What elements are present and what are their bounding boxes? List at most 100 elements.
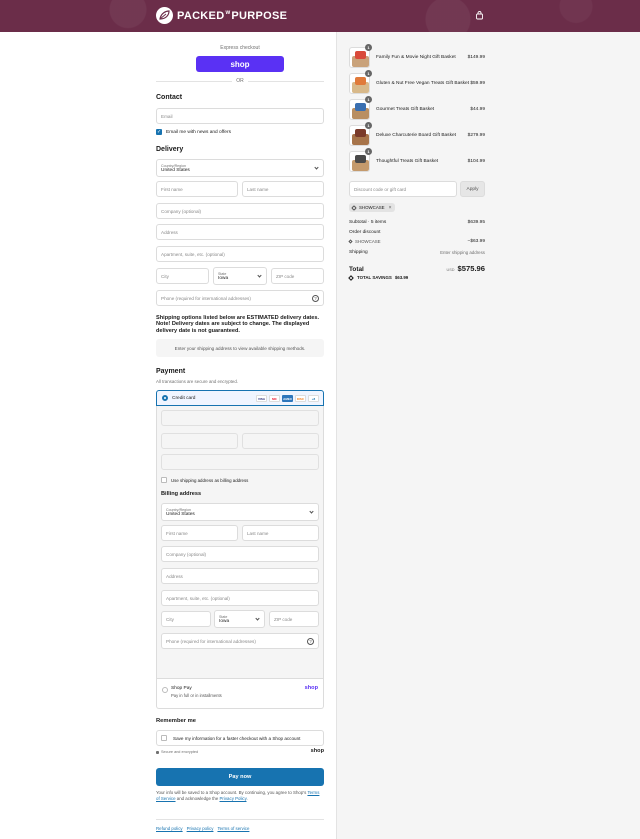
terms-of-service-link[interactable]: Terms of service xyxy=(217,826,249,831)
store-logo[interactable]: PACKEDwPURPOSE xyxy=(156,7,287,24)
shop-privacy-link[interactable]: Privacy Policy xyxy=(220,796,247,801)
item-name: Family Fun & Movie Night Gift Basket xyxy=(376,55,456,60)
billing-phone-field[interactable]: Phone (required for international addres… xyxy=(161,633,319,649)
pay-now-button[interactable]: Pay now xyxy=(156,768,324,786)
apply-discount-button[interactable]: Apply xyxy=(460,181,485,197)
refund-policy-link[interactable]: Refund policy xyxy=(156,826,183,831)
security-code-field[interactable] xyxy=(242,433,319,449)
billing-apartment-field[interactable]: Apartment, suite, etc. (optional) xyxy=(161,590,319,606)
more-cards-icon: +8 xyxy=(308,395,319,402)
discount-value: −$63.99 xyxy=(467,239,485,244)
use-shipping-row[interactable]: Use shipping address as billing address xyxy=(161,477,248,483)
card-number-field[interactable] xyxy=(161,410,319,426)
total-savings: TOTAL SAVINGS $63.99 xyxy=(348,274,409,281)
item-price: $279.99 xyxy=(467,133,485,138)
zip-field[interactable]: ZIP code xyxy=(271,268,324,284)
state-value: Iowa xyxy=(218,275,229,281)
save-info-label: Save my information for a faster checkou… xyxy=(173,735,301,741)
delivery-heading: Delivery xyxy=(156,146,184,153)
shop-pay-option[interactable]: Shop Pay Pay in full or in installments … xyxy=(156,679,324,709)
company-field[interactable]: Company (optional) xyxy=(156,203,324,219)
shopping-bag-icon[interactable] xyxy=(475,11,484,20)
help-icon[interactable]: ? xyxy=(307,638,314,645)
quantity-badge: 1 xyxy=(365,122,372,129)
item-price: $59.99 xyxy=(470,81,485,86)
shipping-note: Shipping options listed below are ESTIMA… xyxy=(156,315,320,334)
billing-state-value: Iowa xyxy=(219,618,230,624)
save-info-checkbox[interactable] xyxy=(161,735,167,741)
phone-field[interactable]: Phone (required for international addres… xyxy=(156,290,324,306)
shop-pay-radio[interactable] xyxy=(162,687,168,693)
subtotal-value: $639.95 xyxy=(467,220,485,225)
address-field[interactable]: Address xyxy=(156,224,324,240)
tag-icon xyxy=(348,274,354,281)
billing-state-select[interactable]: State Iowa xyxy=(214,610,265,628)
billing-phone-placeholder: Phone (required for international addres… xyxy=(166,638,256,644)
discount-detail-row: SHOWCASE −$63.99 xyxy=(348,239,485,244)
phone-placeholder: Phone (required for international addres… xyxy=(161,295,251,301)
discount-code-label: SHOWCASE xyxy=(355,239,381,244)
shipping-row: Shipping Enter shipping address xyxy=(349,250,485,255)
news-checkbox[interactable]: ✓ xyxy=(156,129,162,135)
secure-note: Secure and encrypted xyxy=(156,750,198,754)
tag-icon xyxy=(348,239,353,244)
subtotal-label: Subtotal · 5 items xyxy=(349,220,387,225)
billing-country-select[interactable]: Country/Region United States xyxy=(161,503,319,521)
billing-last-name-field[interactable]: Last name xyxy=(242,525,319,541)
or-label: OR xyxy=(232,78,248,84)
billing-city-field[interactable]: City xyxy=(161,611,211,627)
shop-logo: shop xyxy=(310,748,324,754)
applied-code-chip: SHOWCASE × xyxy=(349,203,395,212)
footer-divider xyxy=(156,819,324,820)
total-row: Total USD $575.96 xyxy=(349,264,485,273)
savings-value: $63.99 xyxy=(394,275,409,280)
discount-code-field[interactable]: Discount code or gift card xyxy=(349,181,457,197)
legal-text: Your info will be saved to a Shop accoun… xyxy=(156,790,324,802)
name-on-card-field[interactable] xyxy=(161,454,319,470)
credit-card-option[interactable]: Credit card VISA MC AMEX DISC +8 xyxy=(156,390,324,406)
cart-item: 1 Gourmet Treats Gift Basket $44.99 xyxy=(349,96,485,121)
chevron-down-icon xyxy=(257,273,262,278)
tag-icon xyxy=(351,204,357,211)
credit-card-radio[interactable] xyxy=(162,395,168,401)
billing-company-field[interactable]: Company (optional) xyxy=(161,546,319,562)
shop-pay-button[interactable]: shop xyxy=(196,56,284,72)
help-icon[interactable]: ? xyxy=(312,295,319,302)
country-select[interactable]: Country/Region United States xyxy=(156,159,324,177)
apartment-field[interactable]: Apartment, suite, etc. (optional) xyxy=(156,246,324,262)
discount-code-line: SHOWCASE xyxy=(348,239,381,244)
chevron-down-icon xyxy=(309,509,314,514)
express-checkout-label: Express checkout xyxy=(220,45,260,51)
shipping-methods-placeholder: Enter your shipping address to view avai… xyxy=(156,339,324,357)
lock-icon xyxy=(156,750,159,754)
billing-zip-field[interactable]: ZIP code xyxy=(269,611,319,627)
state-select[interactable]: State Iowa xyxy=(213,267,267,285)
basket-contents-image xyxy=(355,155,366,163)
first-name-field[interactable]: First name xyxy=(156,181,238,197)
use-shipping-checkbox[interactable] xyxy=(161,477,167,483)
billing-first-name-field[interactable]: First name xyxy=(161,525,238,541)
order-discount-row: Order discount xyxy=(349,230,485,235)
email-field[interactable]: Email xyxy=(156,108,324,124)
contact-heading: Contact xyxy=(156,94,183,101)
news-checkbox-label: Email me with news and offers xyxy=(166,129,231,135)
order-discount-label: Order discount xyxy=(349,230,381,235)
quantity-badge: 1 xyxy=(365,44,372,51)
expiration-field[interactable] xyxy=(161,433,238,449)
legal-text-c: . xyxy=(246,796,248,801)
privacy-policy-link[interactable]: Privacy policy xyxy=(187,826,214,831)
quantity-badge: 1 xyxy=(365,148,372,155)
credit-card-form: Use shipping address as billing address … xyxy=(156,406,324,679)
news-checkbox-row[interactable]: ✓ Email me with news and offers xyxy=(156,129,231,135)
billing-country-value: United States xyxy=(166,511,195,517)
item-name: Thoughtful Treats Gift Basket xyxy=(376,159,439,164)
save-info-row[interactable]: Save my information for a faster checkou… xyxy=(156,730,324,746)
shop-pay-logo: shop xyxy=(304,685,318,691)
basket-contents-image xyxy=(355,103,366,111)
city-field[interactable]: City xyxy=(156,268,209,284)
country-value: United States xyxy=(161,167,190,173)
last-name-field[interactable]: Last name xyxy=(242,181,324,197)
billing-address-field[interactable]: Address xyxy=(161,568,319,584)
leaf-logo-icon xyxy=(156,7,173,24)
remove-code-icon[interactable]: × xyxy=(389,205,392,211)
